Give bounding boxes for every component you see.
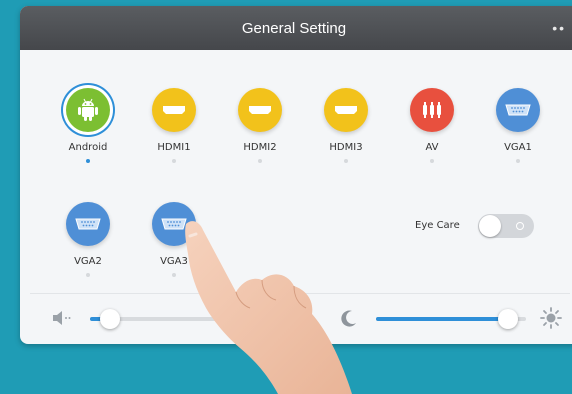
source-av[interactable]: AV: [402, 88, 462, 163]
source-label: VGA1: [504, 142, 532, 153]
toggle-off-icon: [516, 222, 524, 230]
source-hdmi2[interactable]: HDMI2: [230, 88, 290, 163]
source-indicator: [516, 159, 520, 163]
vga-icon: [496, 88, 540, 132]
vga-icon: [152, 202, 196, 246]
source-label: HDMI3: [329, 142, 363, 153]
source-vga2[interactable]: VGA2: [58, 202, 118, 277]
source-vga3[interactable]: VGA3: [144, 202, 204, 277]
source-hdmi3[interactable]: HDMI3: [316, 88, 376, 163]
eye-care-toggle[interactable]: [478, 214, 534, 238]
source-label: HDMI2: [243, 142, 277, 153]
moon-icon: [340, 309, 358, 332]
av-icon: [410, 88, 454, 132]
hdmi-icon: [152, 88, 196, 132]
source-label: VGA3: [160, 256, 188, 267]
brightness-thumb[interactable]: [498, 309, 518, 329]
source-indicator: [430, 159, 434, 163]
android-icon: [66, 88, 110, 132]
brightness-slider[interactable]: [376, 309, 526, 329]
source-indicator: [172, 273, 176, 277]
title-bar: General Setting ••: [20, 6, 572, 50]
source-hdmi1[interactable]: HDMI1: [144, 88, 204, 163]
brightness-fill: [376, 317, 508, 321]
source-label: AV: [425, 142, 439, 153]
vga-icon: [66, 202, 110, 246]
volume-slider[interactable]: [90, 309, 230, 329]
panel-title: General Setting: [241, 19, 347, 37]
volume-thumb[interactable]: [99, 309, 120, 329]
hdmi-icon: [324, 88, 368, 132]
source-label: VGA2: [74, 256, 102, 267]
source-vga1[interactable]: VGA1: [488, 88, 548, 163]
source-indicator: [344, 159, 348, 163]
eye-care-label: Eye Care: [415, 220, 460, 231]
source-label: HDMI1: [157, 142, 191, 153]
source-label: Android: [68, 142, 108, 153]
volume-mute-icon[interactable]: [52, 311, 72, 330]
toggle-knob[interactable]: [479, 215, 501, 237]
active-indicator: [86, 159, 90, 163]
general-setting-panel: General Setting •• Android HDMI1 HDMI2 H…: [20, 6, 572, 344]
more-icon[interactable]: ••: [552, 20, 566, 36]
source-indicator: [172, 159, 176, 163]
source-android[interactable]: Android: [58, 88, 118, 163]
sun-icon: [540, 307, 562, 334]
divider: [30, 293, 570, 294]
hdmi-icon: [238, 88, 282, 132]
source-indicator: [258, 159, 262, 163]
source-indicator: [86, 273, 90, 277]
